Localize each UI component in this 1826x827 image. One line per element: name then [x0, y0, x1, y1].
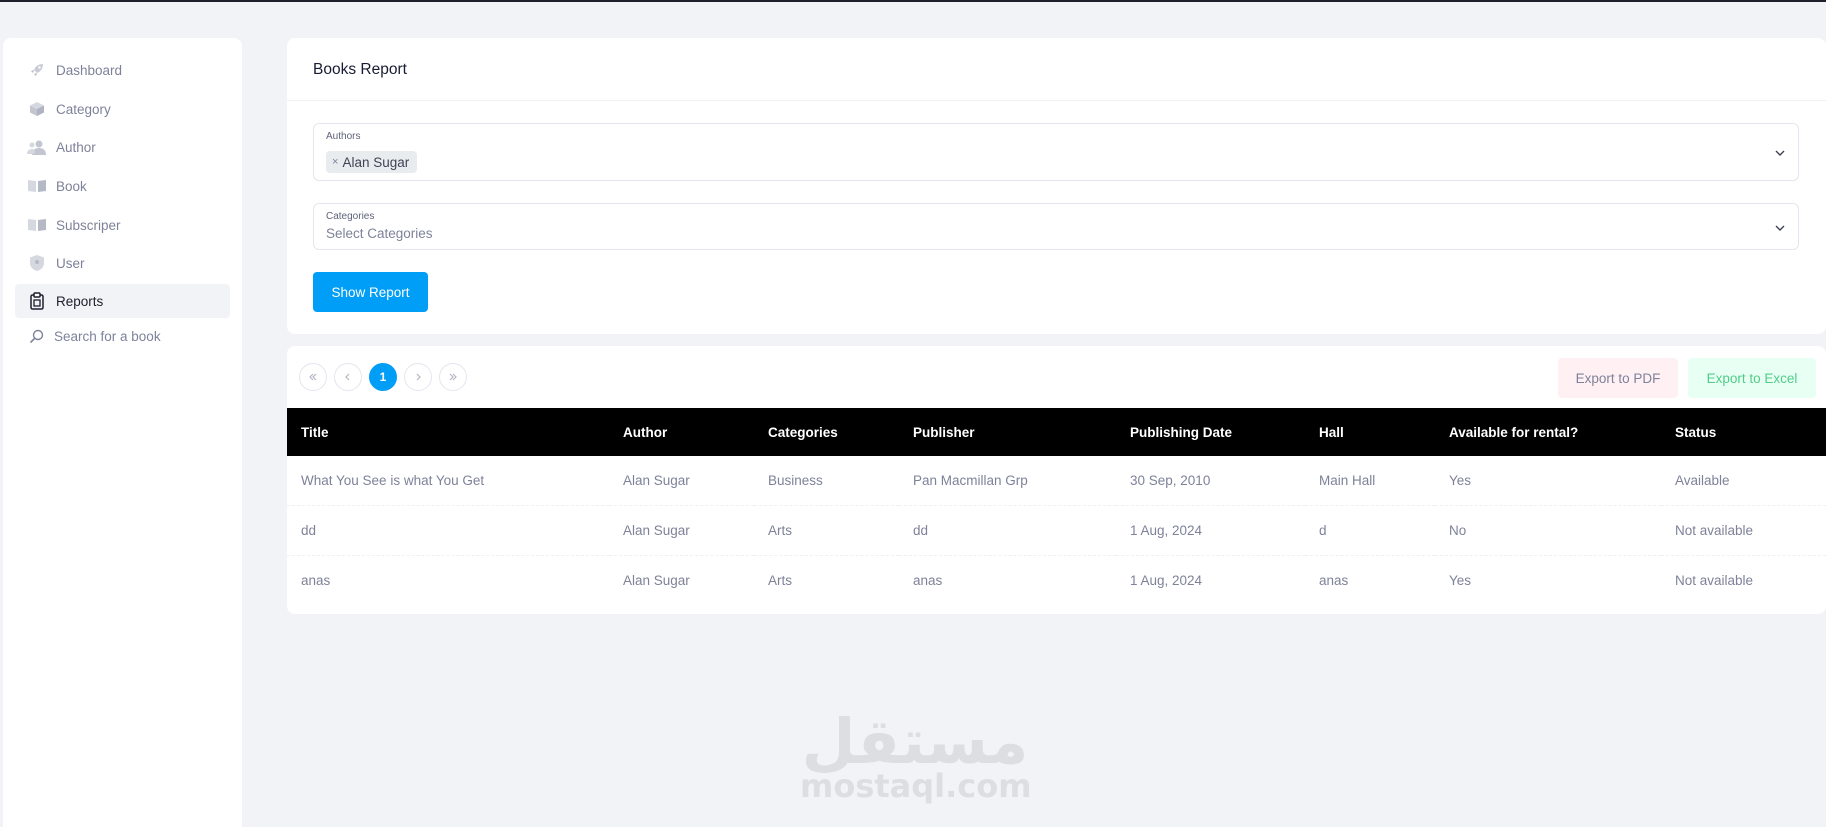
- next-page-button[interactable]: [404, 363, 432, 391]
- categories-label: Categories: [326, 211, 375, 222]
- cell-title: dd: [301, 522, 317, 538]
- cell-title: anas: [301, 572, 331, 588]
- cell-hall: anas: [1319, 572, 1349, 588]
- divider: [287, 100, 1826, 101]
- chevron-down-icon[interactable]: [1774, 221, 1786, 239]
- rocket-icon: [26, 61, 48, 79]
- cell-status: Not available: [1675, 572, 1754, 588]
- table-row: dd Alan Sugar Arts dd 1 Aug, 2024 d No N…: [287, 506, 1826, 555]
- sidebar-item-label: User: [56, 255, 85, 271]
- watermark-latin: mostaql.com: [800, 767, 1032, 805]
- cell-available: Yes: [1449, 572, 1472, 588]
- sidebar-item-search[interactable]: Search for a book: [15, 319, 230, 353]
- sidebar-item-dashboard[interactable]: Dashboard: [15, 53, 230, 87]
- sidebar-item-reports[interactable]: Reports: [15, 284, 230, 318]
- sidebar-item-subscriper[interactable]: Subscriper: [15, 208, 230, 242]
- column-header-available[interactable]: Available for rental?: [1435, 408, 1661, 456]
- sidebar-item-label: Search for a book: [54, 328, 161, 344]
- chevron-left-icon: [345, 373, 350, 381]
- sidebar-item-label: Category: [56, 101, 111, 117]
- cell-available: Yes: [1449, 473, 1472, 488]
- authors-label: Authors: [326, 131, 361, 142]
- page-number-button[interactable]: 1: [369, 363, 397, 391]
- cell-publishing-date: 30 Sep, 2010: [1130, 473, 1211, 488]
- double-chevron-right-icon: [449, 373, 457, 381]
- watermark-logo: مستقل mostaql.com: [800, 705, 1032, 805]
- chevron-down-icon[interactable]: [1774, 146, 1786, 164]
- categories-placeholder: Select Categories: [326, 226, 433, 241]
- cell-author: Alan Sugar: [623, 572, 690, 588]
- sidebar-item-label: Subscriper: [56, 217, 121, 233]
- cell-categories: Arts: [768, 522, 793, 538]
- clipboard-icon: [26, 292, 48, 310]
- table-row: anas Alan Sugar Arts anas 1 Aug, 2024 an…: [287, 555, 1826, 605]
- chevron-right-icon: [416, 373, 421, 381]
- sidebar-item-label: Dashboard: [56, 62, 123, 78]
- author-chip[interactable]: × Alan Sugar: [326, 151, 418, 173]
- remove-chip-icon[interactable]: ×: [332, 156, 338, 168]
- column-header-author[interactable]: Author: [609, 408, 754, 456]
- users-icon: [26, 138, 48, 156]
- sidebar-item-user[interactable]: User: [15, 246, 230, 280]
- column-header-publisher[interactable]: Publisher: [899, 408, 1116, 456]
- export-pdf-button[interactable]: Export to PDF: [1558, 358, 1678, 398]
- sidebar-item-label: Book: [56, 178, 87, 194]
- shield-icon: [26, 254, 48, 272]
- cell-author: Alan Sugar: [623, 522, 690, 538]
- pagination: 1: [299, 363, 467, 391]
- cell-publisher: dd: [913, 522, 929, 538]
- column-header-hall[interactable]: Hall: [1305, 408, 1435, 456]
- cell-publishing-date: 1 Aug, 2024: [1130, 522, 1203, 538]
- first-page-button[interactable]: [299, 363, 327, 391]
- sidebar-item-author[interactable]: Author: [15, 130, 230, 164]
- column-header-status[interactable]: Status: [1661, 408, 1826, 456]
- authors-select[interactable]: Authors × Alan Sugar: [313, 123, 1799, 181]
- cell-hall: Main Hall: [1319, 473, 1376, 488]
- cell-categories: Business: [768, 473, 823, 488]
- cell-publisher: Pan Macmillan Grp: [913, 473, 1028, 488]
- book-icon: [26, 177, 48, 195]
- cell-status: Not available: [1675, 522, 1754, 538]
- cell-publisher: anas: [913, 572, 943, 588]
- cell-title: What You See is what You Get: [301, 473, 485, 488]
- watermark-arabic: مستقل: [801, 705, 1031, 778]
- categories-select[interactable]: Categories Select Categories: [313, 203, 1799, 250]
- book-open-icon: [26, 216, 48, 234]
- cell-categories: Arts: [768, 572, 793, 588]
- column-header-categories[interactable]: Categories: [754, 408, 899, 456]
- author-chip-label: Alan Sugar: [342, 154, 410, 170]
- export-excel-button[interactable]: Export to Excel: [1688, 358, 1816, 398]
- cell-publishing-date: 1 Aug, 2024: [1130, 572, 1203, 588]
- table-row: What You See is what You Get Alan Sugar …: [287, 456, 1826, 506]
- sidebar-item-label: Reports: [56, 293, 104, 309]
- report-filter-card: Books Report Authors × Alan Sugar Catego…: [287, 38, 1826, 334]
- table-header-row: Title Author Categories Publisher Publis…: [287, 408, 1826, 456]
- top-border: [0, 0, 1826, 2]
- column-header-title[interactable]: Title: [287, 408, 609, 456]
- cell-status: Available: [1675, 473, 1730, 488]
- last-page-button[interactable]: [439, 363, 467, 391]
- page-title: Books Report: [313, 61, 407, 78]
- sidebar-item-label: Author: [56, 139, 96, 155]
- show-report-button[interactable]: Show Report: [313, 272, 428, 312]
- report-table-card: 1 Export to PDF Export to Excel Title Au…: [287, 346, 1826, 614]
- double-chevron-left-icon: [309, 373, 317, 381]
- prev-page-button[interactable]: [334, 363, 362, 391]
- sidebar-item-book[interactable]: Book: [15, 169, 230, 203]
- search-icon: [26, 327, 48, 345]
- cell-hall: d: [1319, 522, 1327, 538]
- sidebar-item-category[interactable]: Category: [15, 92, 230, 126]
- box-icon: [26, 100, 48, 118]
- cell-available: No: [1449, 522, 1467, 538]
- column-header-publishing-date[interactable]: Publishing Date: [1116, 408, 1305, 456]
- cell-author: Alan Sugar: [623, 473, 690, 488]
- books-table: Title Author Categories Publisher Publis…: [287, 408, 1826, 605]
- sidebar: Dashboard Category Author Book Subscripe…: [3, 38, 242, 827]
